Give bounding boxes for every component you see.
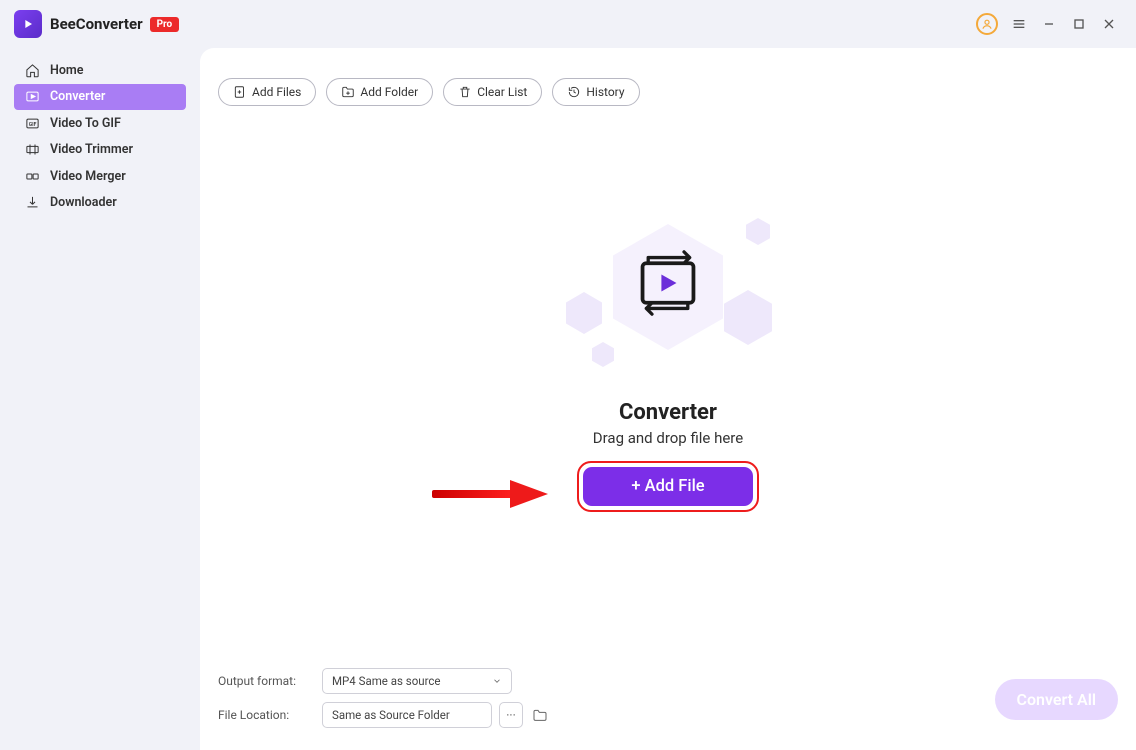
toolbar: Add Files Add Folder Clear List History [200, 48, 1136, 106]
sidebar-item-video-trimmer[interactable]: Video Trimmer [14, 137, 186, 163]
trimmer-icon [24, 142, 40, 158]
converter-graphic-icon [635, 250, 701, 316]
more-options-button[interactable]: ··· [499, 702, 523, 728]
sidebar-item-home[interactable]: Home [14, 57, 186, 83]
dropzone[interactable]: Converter Drag and drop file here + Add … [200, 106, 1136, 658]
sidebar-item-label: Video To GIF [50, 116, 121, 131]
home-icon [24, 62, 40, 78]
input-value: Same as Source Folder [332, 708, 450, 722]
close-icon[interactable] [1096, 11, 1122, 37]
button-label: History [586, 85, 624, 99]
file-location-input[interactable]: Same as Source Folder [322, 702, 492, 728]
sidebar-item-label: Downloader [50, 195, 117, 210]
chevron-down-icon [492, 676, 502, 686]
svg-text:GIF: GIF [28, 122, 36, 128]
app-logo-icon [14, 10, 42, 38]
dropzone-graphic [538, 212, 798, 382]
download-icon [24, 195, 40, 211]
sidebar-item-label: Home [50, 63, 84, 78]
sidebar: Home Converter GIF Video To GIF Video Tr… [0, 48, 200, 750]
button-label: Clear List [477, 85, 527, 99]
pro-badge: Pro [150, 17, 180, 32]
gif-icon: GIF [24, 115, 40, 131]
button-label: Add Folder [360, 85, 418, 99]
maximize-icon[interactable] [1066, 11, 1092, 37]
add-file-button[interactable]: + Add File [583, 467, 752, 506]
bottom-bar: Output format: MP4 Same as source File L… [200, 658, 1136, 750]
hamburger-menu-icon[interactable] [1006, 11, 1032, 37]
button-label: Add Files [252, 85, 301, 99]
user-account-icon[interactable] [976, 13, 998, 35]
output-format-select[interactable]: MP4 Same as source [322, 668, 512, 694]
annotation-highlight: + Add File [577, 461, 758, 512]
add-folder-button[interactable]: Add Folder [326, 78, 433, 106]
sidebar-item-video-to-gif[interactable]: GIF Video To GIF [14, 110, 186, 136]
open-folder-button[interactable] [530, 705, 550, 725]
sidebar-item-label: Video Merger [50, 169, 126, 184]
dropzone-title: Converter [619, 400, 717, 425]
file-location-label: File Location: [218, 708, 308, 722]
sidebar-item-label: Converter [50, 89, 105, 104]
main-panel: Add Files Add Folder Clear List History [200, 48, 1136, 750]
converter-icon [24, 89, 40, 105]
output-format-label: Output format: [218, 674, 308, 688]
history-button[interactable]: History [552, 78, 639, 106]
sidebar-item-downloader[interactable]: Downloader [14, 190, 186, 216]
app-title: BeeConverter [50, 15, 143, 33]
titlebar: BeeConverter Pro [0, 0, 1136, 48]
sidebar-item-converter[interactable]: Converter [14, 84, 186, 110]
sidebar-item-video-merger[interactable]: Video Merger [14, 163, 186, 189]
minimize-icon[interactable] [1036, 11, 1062, 37]
convert-all-button[interactable]: Convert All [995, 679, 1118, 720]
clear-list-button[interactable]: Clear List [443, 78, 542, 106]
sidebar-item-label: Video Trimmer [50, 142, 133, 157]
dropzone-subtitle: Drag and drop file here [593, 429, 743, 447]
add-files-button[interactable]: Add Files [218, 78, 316, 106]
merger-icon [24, 168, 40, 184]
select-value: MP4 Same as source [332, 674, 441, 688]
